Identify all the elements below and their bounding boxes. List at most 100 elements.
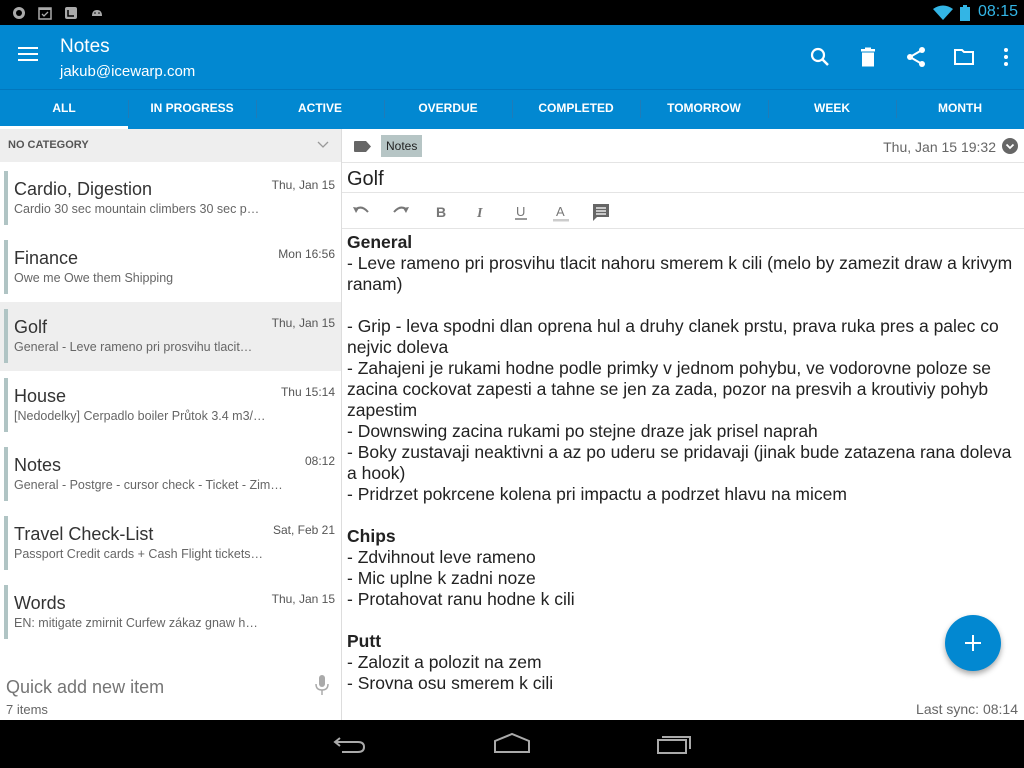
list-item[interactable]: Travel Check-List Sat, Feb 21 Passport C… bbox=[0, 509, 341, 578]
back-icon[interactable] bbox=[330, 732, 370, 756]
bold-icon[interactable]: B bbox=[430, 201, 452, 223]
item-date: Thu, Jan 15 bbox=[271, 178, 335, 192]
account-email: jakub@icewarp.com bbox=[60, 63, 196, 80]
svg-text:B: B bbox=[436, 204, 446, 220]
item-date: 08:12 bbox=[304, 454, 335, 468]
item-title: Words bbox=[14, 593, 66, 613]
tab-completed[interactable]: COMPLETED bbox=[512, 90, 640, 129]
battery-icon bbox=[960, 5, 970, 21]
tab-tomorrow[interactable]: TOMORROW bbox=[640, 90, 768, 129]
system-nav-bar bbox=[0, 720, 1024, 768]
app-bar: Notes jakub@icewarp.com bbox=[0, 25, 1024, 89]
tab-month[interactable]: MONTH bbox=[896, 90, 1024, 129]
more-vert-icon[interactable] bbox=[994, 45, 1018, 69]
status-clock: 08:15 bbox=[977, 3, 1018, 20]
item-count: 7 items bbox=[6, 702, 48, 717]
microphone-icon[interactable] bbox=[314, 674, 330, 696]
wifi-icon bbox=[933, 5, 953, 20]
format-toolbar: B I U A bbox=[342, 193, 1024, 229]
item-title: House bbox=[14, 386, 67, 406]
category-label: NO CATEGORY bbox=[8, 139, 89, 151]
filter-tabs: ALL IN PROGRESS ACTIVE OVERDUE COMPLETED… bbox=[0, 89, 1024, 129]
app-title: Notes bbox=[60, 36, 110, 57]
note-section-heading: Chips bbox=[347, 526, 396, 546]
item-preview: Cardio 30 sec mountain climbers 30 sec p… bbox=[14, 202, 260, 216]
item-preview: EN: mitigate zmirnit Curfew zákaz gnaw h… bbox=[14, 616, 258, 630]
note-detail-pane: Notes Thu, Jan 15 19:32 B I U A General-… bbox=[342, 129, 1024, 720]
tab-overdue[interactable]: OVERDUE bbox=[384, 90, 512, 129]
chevron-down-circle-icon[interactable] bbox=[1002, 138, 1018, 154]
category-selector[interactable]: NO CATEGORY bbox=[0, 129, 341, 162]
notes-list-pane: NO CATEGORY Cardio, Digestion Thu, Jan 1… bbox=[0, 129, 341, 720]
note-line: - Leve rameno pri prosvihu tlacit nahoru… bbox=[347, 253, 1013, 294]
underline-icon[interactable]: U bbox=[510, 201, 532, 223]
share-icon[interactable] bbox=[904, 45, 928, 69]
item-preview: [Nedodelky] Cerpadlo boiler Průtok 3.4 m… bbox=[14, 409, 266, 423]
item-preview: General - Leve rameno pri prosvihu tlaci… bbox=[14, 340, 253, 354]
folder-icon[interactable] bbox=[952, 45, 976, 69]
list-item[interactable]: House Thu 15:14 [Nedodelky] Cerpadlo boi… bbox=[0, 371, 341, 440]
list-item[interactable]: Notes 08:12 General - Postgre - cursor c… bbox=[0, 440, 341, 509]
item-date: Thu 15:14 bbox=[280, 385, 335, 399]
item-color-bar bbox=[4, 585, 8, 639]
text-color-icon[interactable]: A bbox=[550, 201, 572, 223]
redo-icon[interactable] bbox=[390, 201, 412, 223]
item-color-bar bbox=[4, 171, 8, 225]
tab-week[interactable]: WEEK bbox=[768, 90, 896, 129]
menu-icon[interactable] bbox=[18, 47, 38, 65]
note-line: - Grip - leva spodni dlan oprena hul a d… bbox=[347, 316, 999, 357]
note-section-heading: Putt bbox=[347, 631, 382, 651]
item-title: Golf bbox=[14, 317, 48, 337]
note-line: - Srovna osu smerem k cili bbox=[347, 673, 554, 693]
item-color-bar bbox=[4, 378, 8, 432]
svg-text:I: I bbox=[476, 206, 483, 221]
note-line: - Zalozit a polozit na zem bbox=[347, 652, 542, 672]
android-icon bbox=[92, 10, 102, 16]
item-color-bar bbox=[4, 309, 8, 363]
item-title: Notes bbox=[14, 455, 62, 475]
note-line: - Downswing zacina rukami po stejne draz… bbox=[347, 421, 818, 441]
item-date: Thu, Jan 15 bbox=[271, 316, 335, 330]
item-color-bar bbox=[4, 240, 8, 294]
home-icon[interactable] bbox=[492, 732, 532, 756]
quick-add-input[interactable] bbox=[6, 677, 296, 698]
note-date[interactable]: Thu, Jan 15 19:32 bbox=[883, 139, 996, 155]
note-meta-row: Notes Thu, Jan 15 19:32 bbox=[342, 129, 1024, 163]
item-color-bar bbox=[4, 516, 8, 570]
circle-notification-icon bbox=[13, 7, 25, 19]
comment-icon[interactable] bbox=[590, 201, 612, 223]
item-title: Finance bbox=[14, 248, 79, 268]
tab-active[interactable]: ACTIVE bbox=[256, 90, 384, 129]
voicemail-app-icon bbox=[65, 7, 77, 19]
recent-apps-icon[interactable] bbox=[655, 732, 695, 756]
item-date: Thu, Jan 15 bbox=[271, 592, 335, 606]
item-preview: Passport Credit cards + Cash Flight tick… bbox=[14, 547, 264, 561]
tab-in-progress[interactable]: IN PROGRESS bbox=[128, 90, 256, 129]
tab-all[interactable]: ALL bbox=[0, 90, 128, 129]
note-line: - Zahajeni je rukami hodne podle primky … bbox=[347, 358, 991, 420]
add-note-fab[interactable] bbox=[945, 615, 1001, 671]
note-title-input[interactable] bbox=[347, 165, 1017, 193]
tag-chip[interactable]: Notes bbox=[381, 135, 423, 157]
note-line: - Boky zustavaji neaktivni a az po uderu… bbox=[347, 442, 1012, 483]
note-line: - Mic uplne k zadni noze bbox=[347, 568, 536, 588]
note-line: - Zdvihnout leve rameno bbox=[347, 547, 536, 567]
last-sync: Last sync: 08:14 bbox=[916, 701, 1018, 717]
note-body-editor[interactable]: General - Leve rameno pri prosvihu tlacit… bbox=[347, 232, 1017, 698]
list-item-selected[interactable]: Golf Thu, Jan 15 General - Leve rameno p… bbox=[0, 302, 341, 371]
list-item[interactable]: Words Thu, Jan 15 EN: mitigate zmirnit C… bbox=[0, 578, 341, 647]
list-item[interactable]: Finance Mon 16:56 Owe me Owe them Shippi… bbox=[0, 233, 341, 302]
list-item[interactable]: Cardio, Digestion Thu, Jan 15 Cardio 30 … bbox=[0, 164, 341, 233]
item-preview: Owe me Owe them Shipping bbox=[14, 271, 174, 285]
undo-icon[interactable] bbox=[350, 201, 372, 223]
search-icon[interactable] bbox=[808, 45, 832, 69]
item-title: Travel Check-List bbox=[14, 524, 154, 544]
note-line: - Pridrzet pokrcene kolena pri impactu a… bbox=[347, 484, 847, 504]
svg-text:A: A bbox=[556, 204, 565, 219]
delete-icon[interactable] bbox=[856, 45, 880, 69]
calendar-check-icon bbox=[38, 7, 52, 20]
note-line: - Protahovat ranu hodne k cili bbox=[347, 589, 575, 609]
italic-icon[interactable]: I bbox=[470, 201, 492, 223]
